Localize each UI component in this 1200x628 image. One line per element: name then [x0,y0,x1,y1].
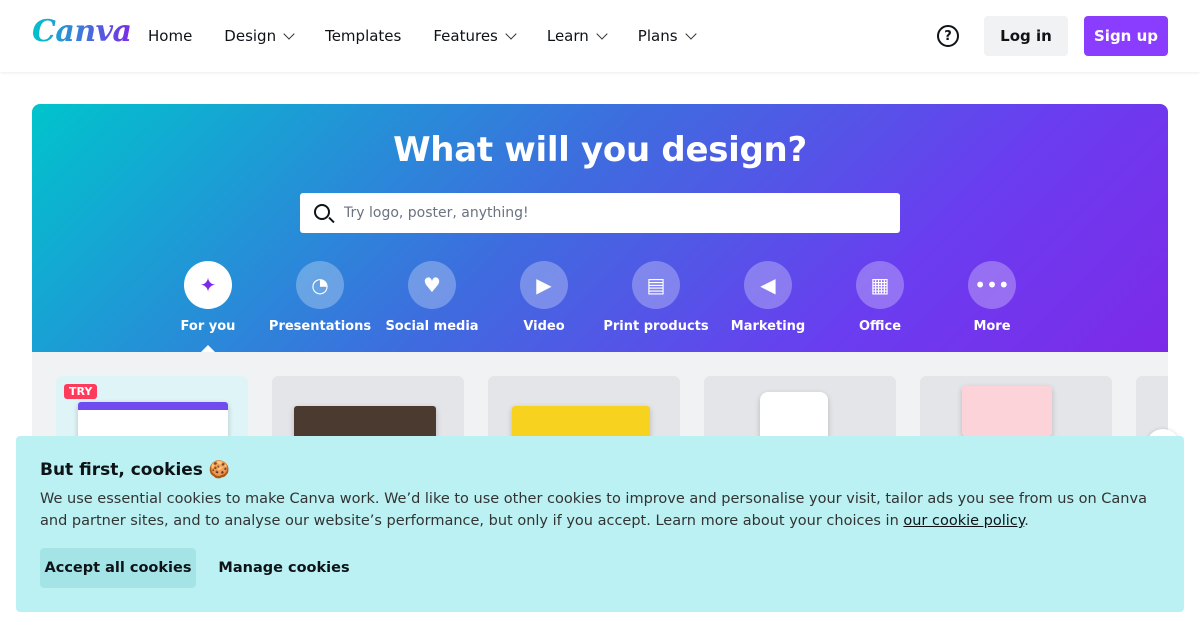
template-thumbnail [760,392,828,436]
category-office[interactable]: ▦ Office [824,261,936,334]
category-bar: ✦ For you ◔ Presentations ♥ Social media… [32,261,1168,355]
presentation-icon: ◔ [296,261,344,309]
chevron-down-icon [505,28,517,40]
category-more[interactable]: ••• More [936,261,1048,334]
category-label: Print products [603,319,709,334]
nav-label: Learn [546,27,589,45]
canva-logo[interactable]: Canva [32,14,132,49]
nav-label: Design [224,27,277,45]
try-badge: TRY [64,384,98,399]
megaphone-icon: ◀ [744,261,792,309]
category-label: More [973,319,1011,334]
category-for-you[interactable]: ✦ For you [152,261,264,334]
template-carousel: TRY [32,352,1168,436]
search-input[interactable] [344,193,884,233]
template-card[interactable]: TRY [56,376,248,436]
category-label: Presentations [268,319,372,334]
manage-cookies-button[interactable]: Manage cookies [212,548,356,588]
top-header: Canva Home Design Templates Features Lea… [0,0,1200,72]
cookie-banner: But first, cookies 🍪 We use essential co… [16,436,1184,612]
cookie-text: We use essential cookies to make Canva w… [40,488,1160,532]
search-bar [300,193,900,233]
login-button[interactable]: Log in [984,16,1068,56]
accept-cookies-button[interactable]: Accept all cookies [40,548,196,588]
nav-label: Home [148,27,193,45]
category-label: Video [523,319,565,334]
chevron-down-icon [283,28,295,40]
printer-icon: ▤ [632,261,680,309]
category-label: Marketing [730,319,806,334]
chevron-down-icon [684,28,697,40]
template-card[interactable] [920,376,1112,436]
template-card[interactable] [1136,376,1168,436]
category-marketing[interactable]: ◀ Marketing [712,261,824,334]
cookie-body-end: . [1024,513,1029,529]
signup-button[interactable]: Sign up [1084,16,1168,56]
nav-label: Features [433,27,498,45]
cookie-title: But first, cookies 🍪 [40,460,231,480]
category-label: For you [180,319,236,334]
category-social-media[interactable]: ♥ Social media [376,261,488,334]
video-icon: ▶ [520,261,568,309]
template-thumbnail [294,406,436,436]
category-label: Office [858,319,902,334]
template-card[interactable] [488,376,680,436]
nav-templates[interactable]: Templates [325,27,401,45]
category-presentations[interactable]: ◔ Presentations [264,261,376,334]
category-label: Social media [385,319,479,334]
chevron-down-icon [596,28,608,40]
more-icon: ••• [968,261,1016,309]
template-thumbnail [78,402,228,436]
nav-learn[interactable]: Learn [546,27,608,45]
template-card[interactable] [704,376,896,436]
nav-label: Templates [325,27,402,45]
nav-label: Plans [637,27,678,45]
search-icon [314,204,330,220]
nav-plans[interactable]: Plans [637,27,697,45]
nav-design[interactable]: Design [224,27,295,45]
category-print-products[interactable]: ▤ Print products [600,261,712,334]
briefcase-icon: ▦ [856,261,904,309]
category-video[interactable]: ▶ Video [488,261,600,334]
hero-banner: What will you design? ✦ For you ◔ Presen… [32,104,1168,355]
sparkle-icon: ✦ [184,261,232,309]
template-thumbnail [962,386,1052,436]
nav-home[interactable]: Home [148,27,192,45]
heart-icon: ♥ [408,261,456,309]
nav-features[interactable]: Features [433,27,517,45]
help-icon[interactable]: ? [937,25,959,47]
main-nav: Home Design Templates Features Learn Pla… [148,0,727,72]
hero-title: What will you design? [393,130,807,170]
cookie-policy-link[interactable]: our cookie policy [903,513,1024,529]
template-thumbnail [512,406,650,436]
template-card[interactable] [272,376,464,436]
